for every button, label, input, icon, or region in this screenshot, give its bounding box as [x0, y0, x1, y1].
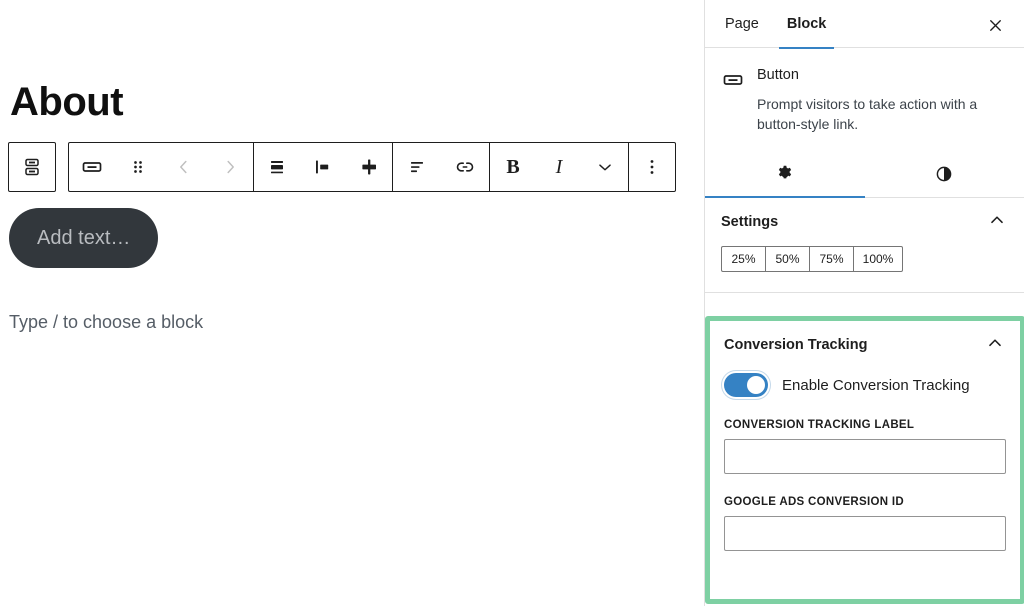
tab-page[interactable]: Page	[717, 0, 767, 48]
stretch-to-fill-icon[interactable]	[346, 143, 392, 191]
chevron-up-icon[interactable]	[986, 209, 1008, 236]
styles-tab-contrast-icon[interactable]	[865, 150, 1024, 197]
italic-button[interactable]: I	[536, 143, 582, 191]
conversion-panel-title: Conversion Tracking	[724, 337, 868, 353]
conversion-panel-header[interactable]: Conversion Tracking	[724, 321, 1006, 369]
tab-page-label: Page	[725, 15, 759, 32]
conversion-tracking-label-input[interactable]	[724, 439, 1006, 474]
text-align-icon[interactable]	[393, 143, 441, 191]
sidebar-tablist: Page Block	[705, 0, 1024, 49]
enable-conversion-tracking-label: Enable Conversion Tracking	[782, 376, 970, 394]
settings-tab-gear-icon[interactable]	[705, 150, 865, 199]
toolbar-group-main: B I	[68, 142, 676, 192]
tab-block-label: Block	[786, 15, 827, 32]
width-option-100[interactable]: 100%	[853, 246, 903, 273]
block-options-vertical-dots-icon[interactable]	[629, 143, 675, 191]
bold-label: B	[506, 156, 520, 178]
button-block[interactable]: Add text…	[9, 208, 159, 268]
select-parent-buttons-icon[interactable]	[9, 143, 55, 191]
google-ads-conversion-id-field: Google Ads Conversion ID	[724, 496, 1006, 551]
conversion-tracking-label-caption: Conversion Tracking Label	[724, 419, 915, 431]
sidebar-icon-tablist	[705, 150, 1024, 199]
editor-window: About B I Add text… Type / to choose a b…	[0, 0, 1024, 606]
button-icon	[721, 68, 745, 92]
enable-conversion-tracking-toggle[interactable]	[724, 373, 768, 397]
block-card: Button Prompt visitors to take action wi…	[705, 48, 1024, 140]
width-segmented-control: 25% 50% 75% 100%	[721, 246, 1008, 273]
settings-panel-header[interactable]: Settings	[721, 198, 1008, 246]
width-option-50[interactable]: 50%	[765, 246, 809, 273]
conversion-tracking-panel: Conversion Tracking Enable Conversion Tr…	[705, 316, 1024, 604]
toggle-knob	[747, 376, 765, 394]
page-title[interactable]: About	[10, 82, 124, 122]
editor-canvas: About B I Add text… Type / to choose a b…	[0, 0, 704, 606]
width-option-25[interactable]: 25%	[721, 246, 765, 273]
google-ads-conversion-id-caption: Google Ads Conversion ID	[724, 496, 904, 508]
drag-handle-icon[interactable]	[115, 143, 161, 191]
block-type-button-icon[interactable]	[69, 143, 115, 191]
tab-block[interactable]: Block	[778, 0, 835, 49]
link-icon[interactable]	[441, 143, 489, 191]
settings-panel: Settings 25% 50% 75% 100%	[705, 198, 1024, 294]
bold-button[interactable]: B	[490, 143, 536, 191]
close-icon[interactable]	[980, 10, 1010, 40]
empty-paragraph-placeholder[interactable]: Type / to choose a block	[9, 312, 203, 333]
move-up-icon[interactable]	[161, 143, 207, 191]
block-card-title: Button	[757, 67, 799, 83]
button-block-placeholder: Add text…	[37, 226, 131, 249]
toolbar-group-parent	[8, 142, 56, 192]
move-down-icon[interactable]	[207, 143, 253, 191]
settings-sidebar: Page Block Button Prompt visitors to tak	[704, 0, 1024, 606]
width-option-75[interactable]: 75%	[809, 246, 853, 273]
more-formatting-chevron-down-icon[interactable]	[582, 143, 628, 191]
block-card-description: Prompt visitors to take action with a bu…	[757, 95, 978, 133]
settings-panel-title: Settings	[721, 214, 779, 231]
enable-conversion-tracking-row: Enable Conversion Tracking	[724, 373, 1006, 397]
italic-label: I	[555, 156, 563, 178]
block-toolbar: B I	[8, 142, 676, 192]
change-width-icon[interactable]	[254, 143, 300, 191]
google-ads-conversion-id-input[interactable]	[724, 516, 1006, 551]
align-left-icon[interactable]	[300, 143, 346, 191]
chevron-up-icon[interactable]	[984, 332, 1006, 359]
conversion-tracking-label-field: Conversion Tracking Label	[724, 419, 1006, 474]
